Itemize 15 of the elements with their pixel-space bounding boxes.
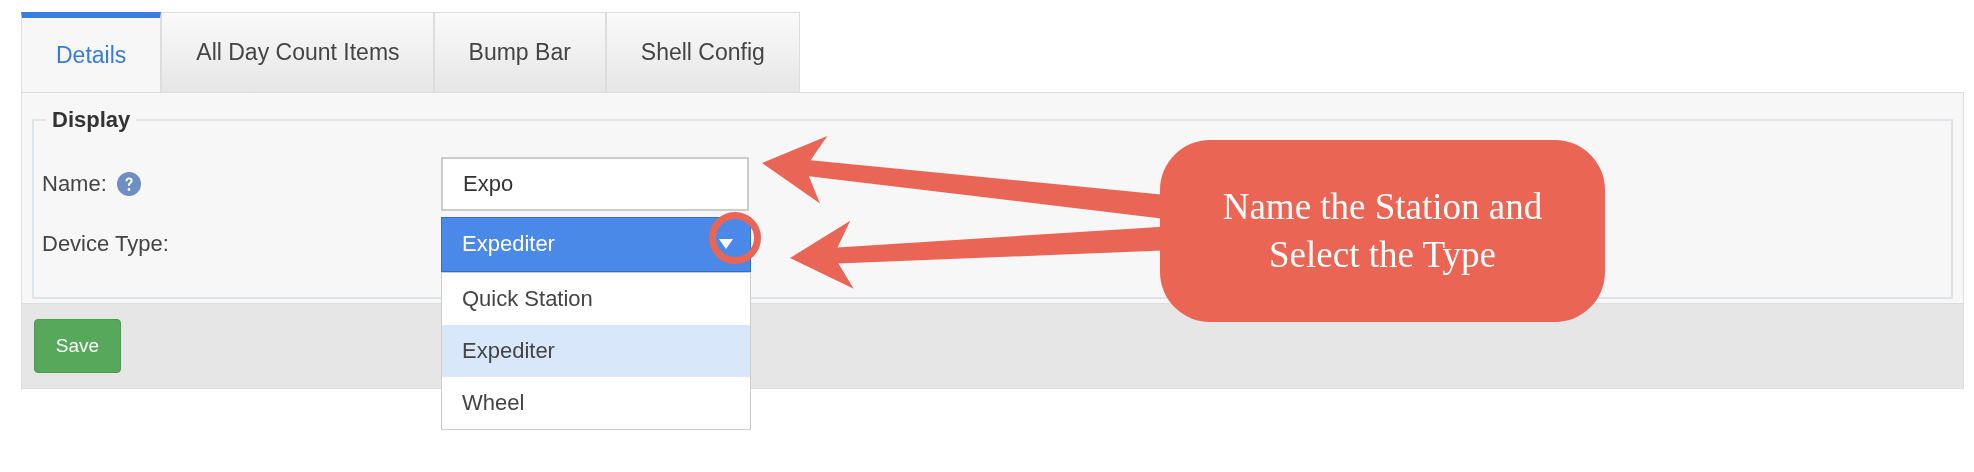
- name-input[interactable]: Expo: [441, 157, 749, 211]
- highlight-circle: [709, 211, 761, 264]
- dropdown-option[interactable]: Expediter: [442, 324, 750, 377]
- tab[interactable]: Shell Config: [605, 12, 800, 92]
- dropdown-option[interactable]: Quick Station: [442, 272, 750, 325]
- section-legend: Display: [46, 107, 137, 133]
- field-label: Name:: [42, 171, 107, 197]
- field-label: Device Type:: [42, 231, 169, 257]
- help-icon[interactable]: [116, 172, 141, 196]
- tab[interactable]: Bump Bar: [433, 12, 606, 92]
- dropdown-option[interactable]: Wheel: [442, 376, 750, 429]
- tab[interactable]: Details: [21, 12, 162, 92]
- callout-text: Name the Station and Select the Type: [1221, 184, 1544, 277]
- caret-icon: [718, 238, 734, 250]
- tab[interactable]: All Day Count Items: [161, 12, 434, 92]
